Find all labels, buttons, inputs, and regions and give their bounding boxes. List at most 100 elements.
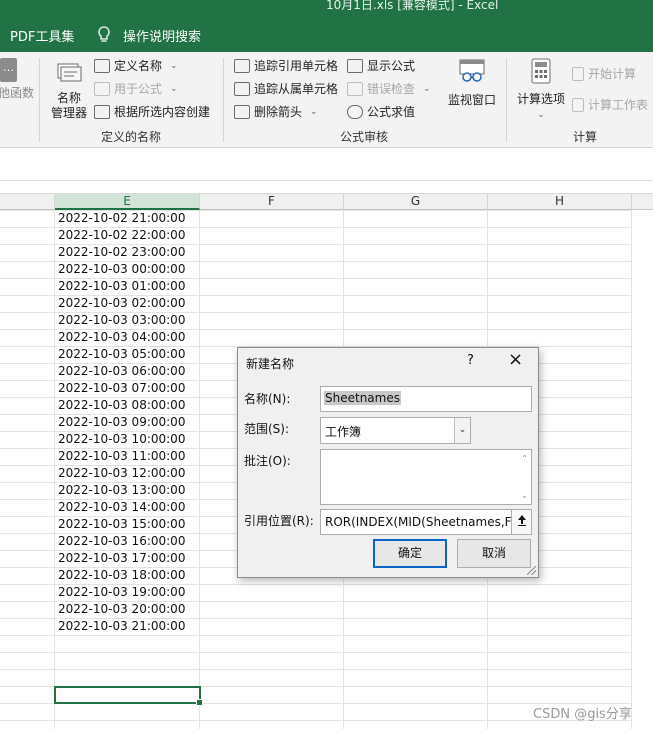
show-formulas-icon	[347, 58, 363, 73]
remove-arrows-label: 删除箭头	[254, 105, 303, 119]
resize-grip-icon[interactable]	[527, 566, 536, 575]
cell-e[interactable]: 2022-10-03 06:00:00	[58, 363, 185, 380]
error-checking-icon	[347, 81, 363, 96]
ribbon-formulas: … 他函数 名称 管理器 定义名称 ⌄ 用于公式 ⌄ 根据所选内容创建 定义的名称	[0, 52, 653, 148]
calculator-icon	[531, 58, 551, 87]
tell-me-search[interactable]: 操作说明搜索	[123, 26, 201, 45]
trace-dependents-button[interactable]: 追踪从属单元格	[234, 80, 338, 97]
evaluate-formula-icon	[347, 104, 363, 119]
cell-e[interactable]: 2022-10-02 22:00:00	[58, 227, 185, 244]
calculate-sheet-label: 计算工作表	[588, 98, 649, 112]
create-from-selection-button[interactable]: 根据所选内容创建	[94, 103, 210, 120]
trace-dependents-label: 追踪从属单元格	[254, 82, 339, 96]
remove-arrows-button[interactable]: 删除箭头 ⌄	[234, 103, 318, 120]
ribbon-separator	[39, 58, 40, 142]
trace-precedents-icon	[234, 58, 250, 73]
tab-pdf-tools[interactable]: PDF工具集	[10, 26, 74, 45]
cell-e[interactable]: 2022-10-03 20:00:00	[58, 601, 185, 618]
column-header-g[interactable]: G	[344, 194, 488, 210]
cancel-button[interactable]: 取消	[457, 539, 531, 568]
calculate-sheet-button[interactable]: 计算工作表	[572, 96, 648, 113]
cell-e[interactable]: 2022-10-03 15:00:00	[58, 516, 185, 533]
more-functions-label: 他函数	[0, 86, 35, 100]
watch-window-button[interactable]: 监视窗口	[447, 58, 497, 108]
trace-dependents-icon	[234, 81, 250, 96]
refers-to-field[interactable]: ROR(INDEX(MID(Sheetnames,F	[320, 509, 512, 535]
define-name-button[interactable]: 定义名称 ⌄	[94, 57, 178, 74]
cell-e[interactable]: 2022-10-03 18:00:00	[58, 567, 185, 584]
title-bar: 10月1日.xls [兼容模式] - Excel PDF工具集 操作说明搜索	[0, 0, 653, 52]
column-header-e[interactable]: E	[55, 194, 200, 210]
chevron-down-icon: ⌄	[170, 60, 178, 71]
cell-e[interactable]: 2022-10-03 14:00:00	[58, 499, 185, 516]
scope-dropdown[interactable]: 工作簿 ⌄	[320, 417, 471, 444]
comment-textarea[interactable]: ⌃ ⌄	[320, 449, 532, 505]
cell-e[interactable]: 2022-10-03 21:00:00	[58, 618, 185, 635]
cell-e[interactable]: 2022-10-03 05:00:00	[58, 346, 185, 363]
use-in-formula-button[interactable]: 用于公式 ⌄	[94, 80, 178, 97]
more-functions-icon: …	[0, 58, 17, 82]
name-manager-icon	[54, 58, 84, 89]
group-label-defined-names: 定义的名称	[101, 130, 162, 144]
cell-e[interactable]: 2022-10-03 11:00:00	[58, 448, 185, 465]
calculate-sheet-icon	[572, 97, 584, 112]
cell-e[interactable]: 2022-10-03 09:00:00	[58, 414, 185, 431]
cell-e[interactable]: 2022-10-03 16:00:00	[58, 533, 185, 550]
watermark: CSDN @gis分享	[533, 707, 632, 722]
cell-e[interactable]: 2022-10-03 10:00:00	[58, 431, 185, 448]
cell-e[interactable]: 2022-10-03 03:00:00	[58, 312, 185, 329]
column-header-left[interactable]	[0, 194, 55, 210]
cell-e[interactable]: 2022-10-03 02:00:00	[58, 295, 185, 312]
use-in-formula-icon	[94, 81, 110, 96]
calculation-options-button[interactable]: 计算选项 ⌄	[515, 58, 567, 120]
scope-value: 工作簿	[325, 425, 362, 439]
chevron-down-icon[interactable]: ⌄	[454, 418, 470, 443]
calculation-options-label: 计算选项	[516, 92, 565, 106]
cell-e[interactable]: 2022-10-03 04:00:00	[58, 329, 185, 346]
collapse-dialog-button[interactable]	[511, 509, 532, 535]
ok-button[interactable]: 确定	[373, 539, 447, 568]
column-header-h[interactable]: H	[488, 194, 632, 210]
group-label-calculation: 计算	[573, 130, 598, 144]
error-checking-button[interactable]: 错误检查 ⌄	[347, 80, 431, 97]
calculate-now-button[interactable]: 开始计算	[572, 65, 636, 82]
new-name-dialog: 新建名称 ? × 名称(N): Sheetnames 范围(S): 工作簿 ⌄ …	[237, 347, 539, 578]
define-name-icon	[94, 58, 110, 73]
scope-label: 范围(S):	[244, 422, 290, 436]
window-title: 10月1日.xls [兼容模式] - Excel	[326, 0, 499, 12]
cell-e[interactable]: 2022-10-03 19:00:00	[58, 584, 185, 601]
cell-e[interactable]: 2022-10-03 07:00:00	[58, 380, 185, 397]
ribbon-separator	[506, 58, 507, 142]
chevron-down-icon: ⌄	[170, 83, 178, 94]
show-formulas-label: 显示公式	[367, 59, 416, 73]
column-header-next[interactable]	[632, 194, 653, 210]
close-icon[interactable]: ×	[508, 350, 523, 370]
active-cell-cursor[interactable]	[54, 686, 203, 706]
cell-e[interactable]: 2022-10-02 23:00:00	[58, 244, 185, 261]
calculate-now-icon	[572, 66, 584, 81]
ribbon-separator	[223, 58, 224, 142]
cell-e[interactable]: 2022-10-03 08:00:00	[58, 397, 185, 414]
cell-e[interactable]: 2022-10-03 00:00:00	[58, 261, 185, 278]
refers-to-label: 引用位置(R):	[244, 514, 314, 528]
header-gap	[0, 181, 653, 194]
name-field[interactable]: Sheetnames	[320, 386, 532, 412]
remove-arrows-icon	[234, 104, 250, 119]
cell-e[interactable]: 2022-10-03 13:00:00	[58, 482, 185, 499]
cell-e[interactable]: 2022-10-03 01:00:00	[58, 278, 185, 295]
collapse-arrow-icon	[517, 515, 527, 529]
scroll-down-icon[interactable]: ⌄	[521, 491, 528, 500]
scroll-up-icon[interactable]: ⌃	[521, 454, 528, 463]
calculate-now-label: 开始计算	[588, 67, 637, 81]
cell-e[interactable]: 2022-10-03 17:00:00	[58, 550, 185, 567]
help-icon[interactable]: ?	[467, 353, 474, 368]
evaluate-formula-button[interactable]: 公式求值	[347, 103, 415, 120]
trace-precedents-button[interactable]: 追踪引用单元格	[234, 57, 338, 74]
lightbulb-icon[interactable]	[97, 26, 111, 46]
column-header-f[interactable]: F	[200, 194, 344, 210]
more-functions-button[interactable]: … 他函数	[0, 58, 34, 101]
show-formulas-button[interactable]: 显示公式	[347, 57, 415, 74]
name-manager-button[interactable]: 名称 管理器	[47, 58, 91, 121]
cell-e[interactable]: 2022-10-02 21:00:00	[58, 210, 185, 227]
cell-e[interactable]: 2022-10-03 12:00:00	[58, 465, 185, 482]
